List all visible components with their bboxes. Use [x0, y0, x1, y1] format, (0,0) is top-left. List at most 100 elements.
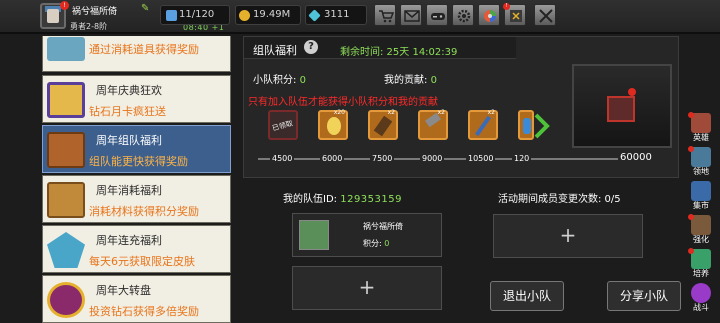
blue-bottle-icon [523, 118, 531, 134]
shop-button[interactable] [374, 4, 396, 26]
train-icon [691, 249, 711, 269]
member-change-count: 活动期间成员变更次数: 0/5 [498, 194, 621, 205]
event-desc: 投资钻石获得多倍奖励 [89, 305, 199, 318]
diamond-icon [308, 9, 321, 22]
team-score: 小队积分: 0 [253, 71, 306, 86]
panel-title: 组队福利 [253, 44, 297, 57]
progress-tick: 4500 [270, 154, 295, 163]
add-member-slot[interactable]: + [493, 214, 643, 258]
panel-header: 组队福利 ? 剩余时间: 25天 14:02:39 [244, 37, 516, 59]
help-icon[interactable]: ? [304, 40, 318, 54]
reward-slot-1[interactable]: 已领取 [268, 110, 298, 140]
team-member-card[interactable]: 祸兮福所倚 积分: 0 [292, 213, 442, 257]
nav-battle[interactable]: 战斗 [687, 283, 715, 313]
potion-bag-icon [47, 37, 85, 61]
top-status-bar: ! 祸兮福所倚 勇者2-8阶 ✎ 08:40 +1 11/120 19.49M … [0, 0, 720, 34]
time-remaining: 剩余时间: 25天 14:02:39 [340, 47, 458, 58]
color-wheel-icon [484, 10, 496, 22]
progress-bar [258, 158, 650, 160]
progress-tick: 10500 [466, 154, 496, 163]
nav-train[interactable]: 培养 [687, 248, 715, 279]
event-item-lucky-wheel[interactable]: 周年大转盘 投资钻石获得多倍奖励 [42, 275, 231, 323]
battle-portal-icon [691, 283, 711, 303]
add-member-slot[interactable]: + [292, 266, 442, 310]
shop-cart-icon [379, 10, 394, 23]
reward-count: x2 [437, 109, 445, 116]
swords-button[interactable] [534, 4, 556, 26]
reward-slot-6[interactable] [518, 110, 534, 140]
event-title: 周年连充福利 [96, 234, 162, 247]
reward-count: x20 [333, 109, 345, 116]
scroll-icon [373, 115, 393, 137]
nav-enhance[interactable]: 强化 [687, 214, 715, 245]
event-item-team-welfare[interactable]: 周年组队福利 组队能更快获得奖励 [42, 125, 231, 173]
nav-label: 强化 [693, 235, 709, 244]
event-desc: 钻石月卡疯狂送 [89, 105, 166, 118]
boss-portrait[interactable] [607, 96, 635, 122]
nav-label: 领地 [693, 167, 709, 176]
gold-stat: 19.49M [235, 5, 301, 25]
progress-tick: 7500 [370, 154, 395, 163]
reward-slot-3[interactable]: x2 [368, 109, 398, 140]
diamond-stat: 3111 [305, 5, 367, 25]
edit-icon[interactable]: ✎ [141, 3, 152, 14]
event-item-consume-items[interactable]: 通过消耗道具获得奖励 [42, 36, 231, 72]
golden-egg-icon [327, 117, 341, 135]
event-desc: 消耗材料获得积分奖励 [89, 205, 199, 218]
treasure-chest-icon [47, 132, 85, 168]
reward-slot-4[interactable]: x2 [418, 109, 448, 140]
gold-coin-icon [239, 10, 250, 21]
color-wheel-button[interactable] [478, 4, 500, 26]
reward-slot-5[interactable]: x2 [468, 109, 498, 140]
nav-label: 战斗 [693, 303, 709, 312]
boss-badge [628, 88, 636, 96]
progress-track: 4500 6000 7500 9000 10500 120 60000 [258, 152, 654, 164]
event-title: 周年大转盘 [96, 284, 151, 297]
ice-crystal-icon [47, 232, 85, 268]
reward-slot-2[interactable]: x20 [318, 109, 348, 140]
nav-hero[interactable]: 英雄 [687, 112, 715, 143]
market-icon [691, 181, 711, 201]
side-nav: 英雄 领地 集市 强化 培养 战斗 [684, 112, 718, 323]
player-name: 祸兮福所倚 [72, 7, 118, 17]
nav-territory[interactable]: 领地 [687, 146, 715, 177]
event-item-consume-welfare[interactable]: 周年消耗福利 消耗材料获得积分奖励 [42, 175, 231, 223]
purple-card-icon [47, 82, 85, 118]
gamepad-icon [431, 13, 445, 20]
battle-pass-button[interactable]: ! [503, 3, 526, 26]
settings-button[interactable] [452, 4, 474, 26]
contribution-value: 0 [430, 75, 437, 86]
progress-tick: 120 [512, 154, 532, 163]
event-item-anniversary-carnival[interactable]: 周年庆典狂欢 钻石月卡疯狂送 [42, 75, 231, 123]
reward-count: x2 [487, 109, 495, 116]
nav-badge [688, 112, 694, 118]
claimed-stamp: 已领取 [271, 119, 294, 133]
next-rewards-arrow-icon[interactable] [534, 113, 550, 139]
gamepad-button[interactable] [426, 4, 448, 26]
leave-team-button[interactable]: 退出小队 [490, 281, 564, 311]
player-rank: 勇者2-8阶 [70, 22, 108, 31]
my-contribution: 我的贡献: 0 [384, 71, 437, 86]
mail-button[interactable] [400, 4, 422, 26]
reward-count: x2 [387, 109, 395, 116]
progress-final-value: 60000 [618, 152, 654, 163]
hero-icon [691, 113, 711, 133]
boss-preview-image [572, 64, 672, 148]
battle-pass-icon [510, 10, 522, 22]
event-title: 周年组队福利 [96, 134, 162, 147]
nav-label: 集市 [693, 201, 709, 210]
open-chest-icon [47, 182, 85, 218]
event-desc: 通过消耗道具获得奖励 [89, 43, 199, 56]
nav-label: 培养 [693, 269, 709, 278]
share-team-button[interactable]: 分享小队 [607, 281, 681, 311]
nav-market[interactable]: 集市 [687, 181, 715, 211]
member-name: 祸兮福所倚 [363, 222, 403, 231]
member-score-label: 积分: [363, 239, 382, 248]
event-item-recharge-welfare[interactable]: 周年连充福利 每天6元获取限定皮肤 [42, 225, 231, 273]
progress-tick: 6000 [320, 154, 345, 163]
join-team-warning: 只有加入队伍才能获得小队积分和我的贡献 [248, 97, 438, 108]
stamina-value: 11/120 [179, 9, 215, 20]
team-score-label: 小队积分: [253, 75, 297, 86]
contribution-label: 我的贡献: [384, 75, 428, 86]
swords-icon [539, 9, 553, 23]
